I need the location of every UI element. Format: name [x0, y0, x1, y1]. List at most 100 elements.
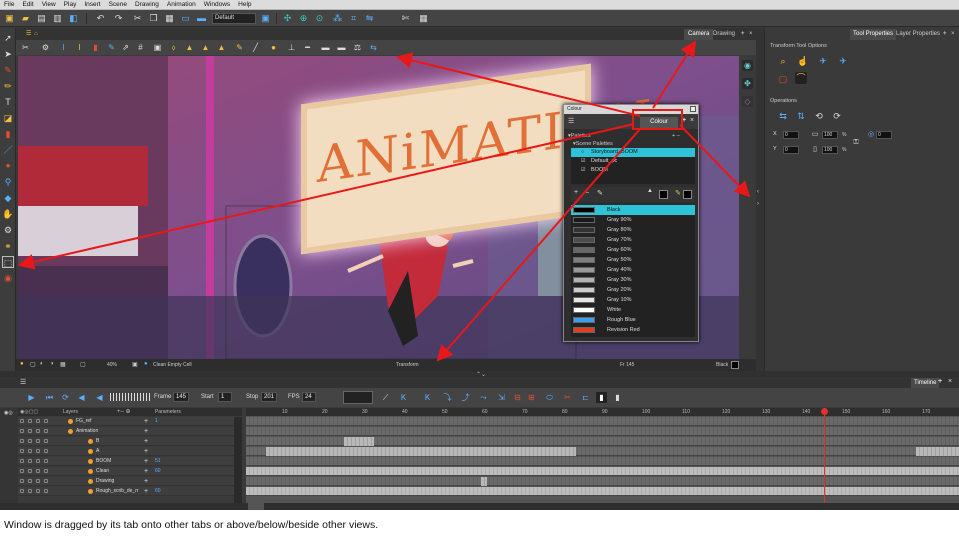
brush-tool-icon[interactable]: ✎ [2, 64, 14, 76]
colour-swatch[interactable] [573, 287, 595, 293]
light-table-icon[interactable]: ⌗ [348, 13, 359, 24]
add-tab-icon[interactable]: + [938, 378, 942, 385]
timeline-row[interactable] [246, 457, 959, 466]
layer-toggle-icon[interactable] [44, 439, 48, 443]
snap-contour-icon[interactable]: ⊕ [298, 13, 309, 24]
layer-row[interactable]: Rough_scrib_de_rr +60 [18, 487, 234, 496]
layer-toggle-icon[interactable] [20, 439, 24, 443]
exposure-block[interactable] [266, 447, 576, 456]
height-field[interactable]: 100 [822, 146, 838, 154]
cut-icon[interactable]: ✂ [132, 13, 143, 24]
menu-item[interactable]: Play [64, 0, 77, 10]
colour-swatch-row[interactable]: Gray 40% [571, 265, 695, 275]
palette-item[interactable]: ○ Storyboard_BOOM [571, 148, 695, 157]
layer-scrollbar[interactable] [234, 417, 242, 503]
save-all-icon[interactable]: ▥ [52, 13, 63, 24]
colour-swatch[interactable] [573, 257, 595, 263]
paste-icon[interactable]: ▦ [164, 13, 175, 24]
colour-swatch[interactable] [573, 237, 595, 243]
colour-swatch[interactable] [573, 327, 595, 333]
layer-row[interactable]: A + [18, 447, 234, 456]
layer-toggle-icon[interactable] [28, 479, 32, 483]
layer-toggle-icon[interactable] [20, 459, 24, 463]
line-tool-icon[interactable]: ／ [2, 144, 14, 156]
layer-toggle-icon[interactable] [28, 449, 32, 453]
colour-swatch[interactable] [573, 317, 595, 323]
tab-drawing[interactable]: Drawing [709, 29, 739, 40]
layer-name[interactable]: Drawing [96, 477, 114, 486]
scissor-tool-icon[interactable]: ✄ [400, 13, 411, 24]
bulb-status-icon[interactable]: ● [20, 361, 24, 367]
layer-toggle-icon[interactable] [44, 489, 48, 493]
save-icon[interactable]: ▤ [36, 13, 47, 24]
lock-all-icon[interactable]: ▲ [184, 42, 195, 53]
workspace-preset-select[interactable]: Default [212, 13, 256, 24]
safe-area-icon[interactable]: ▣ [152, 42, 163, 53]
layer-toggle-icon[interactable] [20, 449, 24, 453]
eyedropper-tool-icon[interactable]: ⚲ [2, 176, 14, 188]
frame-marker-icon[interactable]: ⊏ [580, 392, 591, 403]
lasso-select-icon[interactable]: ⌕ [777, 55, 789, 67]
menu-item[interactable]: Windows [204, 0, 230, 10]
onion-skin-icon[interactable]: ⁂ [332, 13, 343, 24]
menu-icon[interactable]: ☰ [20, 378, 26, 386]
layer-toggle-icon[interactable] [36, 429, 40, 433]
deselect-icon[interactable]: ▬ [196, 13, 207, 24]
toggle-mode-icon[interactable]: ◇ [742, 96, 753, 107]
redo-icon[interactable]: ↷ [113, 13, 124, 24]
polyline-tool-icon[interactable]: ◆ [2, 192, 14, 204]
snap-grid-icon[interactable]: ✣ [282, 13, 293, 24]
flip-horizontal-icon[interactable]: ⇆ [368, 42, 379, 53]
thumbnails-icon[interactable]: ▮ [612, 392, 623, 403]
play-icon[interactable]: ▶ [26, 392, 37, 403]
workspace-save-icon[interactable]: ▣ [260, 13, 271, 24]
layer-toggle-icon[interactable] [44, 449, 48, 453]
cut-frames-icon[interactable]: ✂ [562, 392, 573, 403]
add-param-icon[interactable]: + [144, 417, 148, 426]
colour-swatch[interactable] [573, 247, 595, 253]
add-colour-icon[interactable]: + [574, 189, 578, 196]
add-param-icon[interactable]: + [144, 447, 148, 456]
start-field[interactable]: 1 [218, 392, 232, 402]
peg-select-icon[interactable]: ✈ [817, 55, 829, 67]
colour-swatch-row[interactable]: Gray 60% [571, 245, 695, 255]
loop-icon[interactable]: ⟳ [60, 392, 71, 403]
timeline-scroll-thumb[interactable] [248, 503, 264, 510]
color-status-icon[interactable]: ◑ [50, 361, 54, 367]
menu-item[interactable]: Insert [84, 0, 100, 10]
add-param-icon[interactable]: + [144, 467, 148, 476]
pencil-property-icon[interactable]: ǀ [74, 42, 85, 53]
layer-toggle-icon[interactable] [44, 459, 48, 463]
colour-swatch-row[interactable]: Gray 90% [571, 215, 695, 225]
layer-toggle-icon[interactable] [44, 469, 48, 473]
timeline-frames[interactable]: 10 20 30 40 50 60 70 80 90 100 110 120 130 140 150 160 1… [246, 408, 959, 503]
import-icon[interactable]: ◧ [68, 13, 79, 24]
current-color-swatch[interactable] [731, 361, 739, 369]
rigging-tool-icon[interactable]: ⚭ [2, 240, 14, 252]
close-panel-icon[interactable]: × [948, 29, 958, 40]
transform-mode-icon[interactable]: ⇗ [120, 42, 131, 53]
colour-swatch-row[interactable]: Gray 30% [571, 275, 695, 285]
layer-name[interactable]: B [96, 437, 99, 446]
playback-speed-slider[interactable] [110, 393, 150, 401]
grid-toggle-icon[interactable]: ▦ [418, 13, 429, 24]
bulb-icon[interactable]: ● [268, 42, 279, 53]
undo-icon[interactable]: ↶ [95, 13, 106, 24]
colour-swatch[interactable] [573, 307, 595, 313]
transform-mode-icon[interactable]: ⌒ [795, 72, 807, 84]
show-all-icon[interactable]: ◉◎ [4, 410, 13, 416]
select-mode-icon[interactable]: ☝ [797, 55, 809, 67]
layer-toggle-icon[interactable] [36, 459, 40, 463]
layer-name[interactable]: Animation [76, 427, 98, 436]
open-folder-icon[interactable]: ▰ [20, 13, 31, 24]
exposure-block[interactable] [481, 477, 487, 486]
layer-toggle-icon[interactable] [36, 489, 40, 493]
eraser-tool-icon[interactable]: ◪ [2, 112, 14, 124]
layer-color-icon[interactable]: ▮ [596, 392, 607, 403]
add-param-icon[interactable]: + [144, 457, 148, 466]
home-icon[interactable]: ⌂ [30, 29, 42, 40]
layer-parameter[interactable]: 51 [155, 457, 161, 466]
motion-keyframe-icon[interactable]: ⟋ [380, 392, 391, 403]
palette-checkbox-icon[interactable]: ☑ [581, 157, 585, 166]
angle-field[interactable]: 0 [876, 131, 892, 139]
